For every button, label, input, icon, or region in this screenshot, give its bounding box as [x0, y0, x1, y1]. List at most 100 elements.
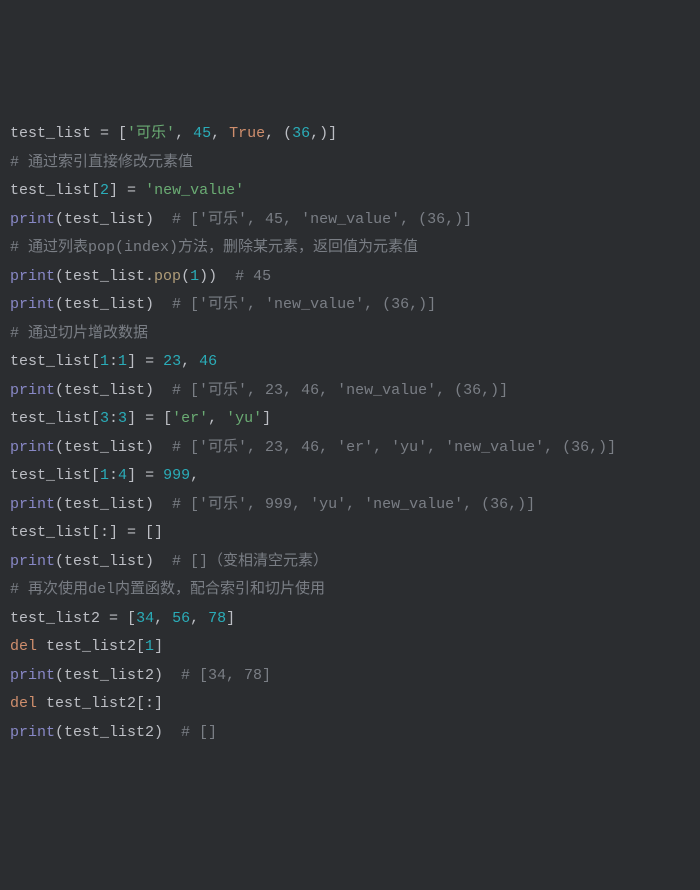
code-token-punc: [ — [118, 610, 136, 627]
code-token-kw: del — [10, 638, 46, 655]
code-token-comment: # ['可乐', 'new_value', (36,)] — [172, 296, 436, 313]
code-token-num: 1 — [190, 268, 199, 285]
code-token-punc: ] — [127, 353, 145, 370]
code-line[interactable]: print(test_list.pop(1)) # 45 — [10, 263, 690, 292]
code-line[interactable]: print(test_list) # ['可乐', 23, 46, 'er', … — [10, 434, 690, 463]
code-token-punc: (test_list. — [55, 268, 154, 285]
code-line[interactable]: # 通过索引直接修改元素值 — [10, 149, 690, 178]
code-token-method: pop — [154, 268, 181, 285]
code-token-num: 36 — [292, 125, 310, 142]
code-token-punc: (test_list) — [55, 553, 172, 570]
code-token-num: 34 — [136, 610, 154, 627]
code-line[interactable]: test_list = ['可乐', 45, True, (36,)] — [10, 120, 690, 149]
code-token-comment: # 再次使用del内置函数，配合索引和切片使用 — [10, 581, 325, 598]
code-token-builtin: print — [10, 296, 55, 313]
code-token-punc: : — [109, 410, 118, 427]
code-token-punc: (test_list) — [55, 496, 172, 513]
code-token-num: 3 — [100, 410, 109, 427]
code-token-punc: ,)] — [310, 125, 337, 142]
code-line[interactable]: print(test_list) # ['可乐', 'new_value', (… — [10, 291, 690, 320]
code-token-kw: del — [10, 695, 46, 712]
code-token-op: = — [127, 524, 136, 541]
code-token-comment: # 通过列表pop(index)方法，删除某元素，返回值为元素值 — [10, 239, 418, 256]
code-token-num: 1 — [145, 638, 154, 655]
code-line[interactable]: del test_list2[1] — [10, 633, 690, 662]
code-token-var: test_list[ — [10, 182, 100, 199]
code-token-num: 3 — [118, 410, 127, 427]
code-token-str: '可乐' — [127, 125, 175, 142]
code-token-punc: ] — [154, 638, 163, 655]
code-token-punc: (test_list2) — [55, 667, 181, 684]
code-token-builtin: print — [10, 496, 55, 513]
code-token-builtin: print — [10, 211, 55, 228]
code-token-num: 1 — [100, 467, 109, 484]
code-token-num: 1 — [100, 353, 109, 370]
code-token-punc: , — [190, 610, 208, 627]
code-token-str: 'new_value' — [145, 182, 244, 199]
code-token-op: = — [109, 610, 118, 627]
code-token-punc: : — [109, 353, 118, 370]
code-token-kw-const: True — [229, 125, 265, 142]
code-token-num: 4 — [118, 467, 127, 484]
code-token-punc: [ — [154, 410, 172, 427]
code-token-builtin: print — [10, 439, 55, 456]
code-token-num: 78 — [208, 610, 226, 627]
code-token-op: = — [145, 410, 154, 427]
code-token-var: test_list — [10, 125, 100, 142]
code-token-builtin: print — [10, 268, 55, 285]
code-token-comment: # ['可乐', 999, 'yu', 'new_value', (36,)] — [172, 496, 535, 513]
code-token-var: test_list2[:] — [46, 695, 163, 712]
code-line[interactable]: # 通过列表pop(index)方法，删除某元素，返回值为元素值 — [10, 234, 690, 263]
code-token-comment: # [] — [181, 724, 217, 741]
code-token-punc — [154, 467, 163, 484]
code-token-op: = — [145, 353, 154, 370]
code-token-builtin: print — [10, 382, 55, 399]
code-token-punc: (test_list) — [55, 296, 172, 313]
code-line[interactable]: test_list[1:4] = 999, — [10, 462, 690, 491]
code-token-punc: , — [190, 467, 199, 484]
code-token-var: test_list[ — [10, 353, 100, 370]
code-token-punc: (test_list) — [55, 211, 172, 228]
code-token-comment: # 45 — [235, 268, 271, 285]
code-line[interactable]: print(test_list) # ['可乐', 23, 46, 'new_v… — [10, 377, 690, 406]
code-token-comment: # 通过切片增改数据 — [10, 325, 148, 342]
code-token-builtin: print — [10, 553, 55, 570]
code-token-punc: , ( — [265, 125, 292, 142]
code-token-punc: (test_list) — [55, 382, 172, 399]
code-editor[interactable]: test_list = ['可乐', 45, True, (36,)]# 通过索… — [10, 120, 690, 747]
code-token-punc: , — [211, 125, 229, 142]
code-line[interactable]: print(test_list) # ['可乐', 45, 'new_value… — [10, 206, 690, 235]
code-token-comment: # 通过索引直接修改元素值 — [10, 154, 193, 171]
code-token-punc: (test_list) — [55, 439, 172, 456]
code-line[interactable]: del test_list2[:] — [10, 690, 690, 719]
code-line[interactable]: # 通过切片增改数据 — [10, 320, 690, 349]
code-token-punc: , — [154, 610, 172, 627]
code-token-builtin: print — [10, 667, 55, 684]
code-token-punc: ] — [262, 410, 271, 427]
code-token-punc: )) — [199, 268, 235, 285]
code-token-punc: ( — [181, 268, 190, 285]
code-token-num: 45 — [193, 125, 211, 142]
code-line[interactable]: test_list[1:1] = 23, 46 — [10, 348, 690, 377]
code-token-num: 23 — [163, 353, 181, 370]
code-line[interactable]: test_list2 = [34, 56, 78] — [10, 605, 690, 634]
code-token-punc: (test_list2) — [55, 724, 181, 741]
code-token-comment: # ['可乐', 45, 'new_value', (36,)] — [172, 211, 472, 228]
code-token-punc: [ — [109, 125, 127, 142]
code-token-punc — [136, 182, 145, 199]
code-line[interactable]: # 再次使用del内置函数，配合索引和切片使用 — [10, 576, 690, 605]
code-token-comment: # []（变相清空元素） — [172, 553, 328, 570]
code-line[interactable]: test_list[2] = 'new_value' — [10, 177, 690, 206]
code-line[interactable]: print(test_list) # ['可乐', 999, 'yu', 'ne… — [10, 491, 690, 520]
code-line[interactable]: test_list[:] = [] — [10, 519, 690, 548]
code-token-var: test_list[:] — [10, 524, 127, 541]
code-token-num: 56 — [172, 610, 190, 627]
code-line[interactable]: print(test_list2) # [34, 78] — [10, 662, 690, 691]
code-token-punc: , — [208, 410, 226, 427]
code-line[interactable]: print(test_list) # []（变相清空元素） — [10, 548, 690, 577]
code-line[interactable]: test_list[3:3] = ['er', 'yu'] — [10, 405, 690, 434]
code-token-punc: , — [175, 125, 193, 142]
code-token-comment: # ['可乐', 23, 46, 'er', 'yu', 'new_value'… — [172, 439, 616, 456]
code-line[interactable]: print(test_list2) # [] — [10, 719, 690, 748]
code-token-comment: # [34, 78] — [181, 667, 271, 684]
